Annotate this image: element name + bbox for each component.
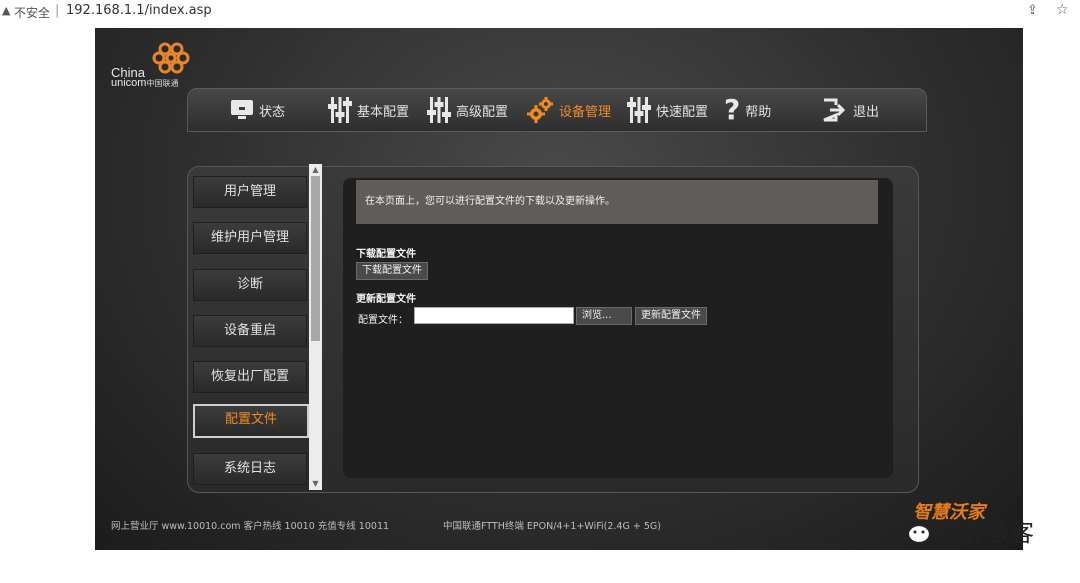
nav-advanced-config[interactable]: 高级配置 — [427, 89, 508, 131]
logo-text-unicom-en: unicom — [111, 77, 147, 89]
top-navigation: 状态 基本配置 高级配置 设备管理 快速配置 ? 帮助 退出 — [187, 88, 927, 132]
gears-icon — [527, 97, 553, 123]
address-separator: | — [55, 3, 60, 18]
sidebar-item-label: 诊断 — [236, 277, 263, 292]
sidebar-menu: 用户管理 维护用户管理 诊断 设备重启 恢复出厂配置 配置文件 系统日志 — [191, 170, 309, 488]
sidebar-item-label: 恢复出厂配置 — [210, 369, 289, 384]
watermark-text: 边界骇客 — [938, 518, 1034, 547]
scroll-up-icon[interactable]: ▲ — [309, 164, 322, 176]
sidebar-item-label: 系统日志 — [223, 461, 276, 476]
warning-icon: ▲ — [2, 4, 11, 17]
nav-basic-config-label: 基本配置 — [357, 104, 410, 120]
sidebar-scrollbar[interactable]: ▲ ▼ — [309, 164, 322, 490]
insecure-label[interactable]: 不安全 — [14, 4, 50, 21]
nav-help-label: 帮助 — [745, 104, 772, 120]
sidebar-item-maintenance-user[interactable]: 维护用户管理 — [193, 222, 307, 254]
scrollbar-thumb[interactable] — [311, 176, 320, 341]
sidebar-item-reboot[interactable]: 设备重启 — [193, 315, 307, 347]
config-file-label: 配置文件： — [358, 315, 408, 326]
sliders-icon — [328, 97, 352, 123]
wechat-icon — [892, 513, 932, 545]
monitor-icon — [231, 100, 253, 119]
nav-device-management-label: 设备管理 — [559, 104, 612, 120]
download-section-title: 下载配置文件 — [356, 249, 416, 260]
footer-device-info: 中国联通FTTH终端 EPON/4+1+WiFi(2.4G + 5G) — [443, 521, 661, 532]
nav-device-management[interactable]: 设备管理 — [526, 89, 611, 131]
update-section-title: 更新配置文件 — [356, 294, 416, 305]
page-description: 在本页面上，您可以进行配置文件的下载以及更新操作。 — [356, 180, 878, 224]
sidebar-item-diagnosis[interactable]: 诊断 — [193, 269, 307, 301]
nav-quick-config-label: 快速配置 — [656, 104, 709, 120]
sidebar-item-label: 用户管理 — [223, 184, 276, 199]
nav-status[interactable]: 状态 — [230, 89, 285, 131]
update-config-button[interactable]: 更新配置文件 — [635, 307, 707, 325]
sidebar-item-system-log[interactable]: 系统日志 — [193, 453, 307, 485]
download-config-button[interactable]: 下载配置文件 — [356, 262, 428, 280]
logout-icon — [823, 98, 846, 122]
logo-text-unicom: unicom中国联通 — [111, 78, 178, 89]
router-admin-page: China unicom中国联通 状态 基本配置 高级配置 设备管理 快速配置 … — [95, 28, 1023, 550]
browser-address-bar: ▲ 不安全 | 192.168.1.1/index.asp ⇪ ☆ — [0, 0, 1080, 24]
sliders-icon — [427, 97, 451, 123]
bookmark-star-icon[interactable]: ☆ — [1056, 2, 1069, 18]
browse-button[interactable]: 浏览... — [576, 307, 632, 325]
sidebar-item-label: 设备重启 — [223, 323, 276, 338]
sidebar-item-label: 配置文件 — [224, 412, 277, 427]
sidebar-item-config-file[interactable]: 配置文件 — [193, 404, 309, 438]
share-icon[interactable]: ⇪ — [1027, 3, 1038, 18]
config-file-input[interactable] — [414, 307, 574, 324]
sidebar-item-user-management[interactable]: 用户管理 — [193, 176, 307, 208]
content-area: 在本页面上，您可以进行配置文件的下载以及更新操作。 下载配置文件 下载配置文件 … — [343, 178, 893, 478]
nav-basic-config[interactable]: 基本配置 — [328, 89, 409, 131]
sidebar-item-label: 维护用户管理 — [210, 230, 289, 245]
nav-status-label: 状态 — [259, 104, 286, 120]
nav-logout-label: 退出 — [853, 104, 880, 120]
nav-advanced-config-label: 高级配置 — [456, 104, 509, 120]
sidebar-item-factory-reset[interactable]: 恢复出厂配置 — [193, 361, 307, 393]
scroll-down-icon[interactable]: ▼ — [309, 478, 322, 490]
wechat-watermark: 边界骇客 — [892, 510, 1052, 550]
nav-help[interactable]: ? 帮助 — [724, 89, 771, 131]
logo-text-unicom-cn: 中国联通 — [146, 79, 179, 88]
footer-contact: 网上营业厅 www.10010.com 客户热线 10010 充值专线 1001… — [111, 521, 390, 532]
nav-quick-config[interactable]: 快速配置 — [627, 89, 708, 131]
question-icon: ? — [724, 93, 741, 126]
url-text[interactable]: 192.168.1.1/index.asp — [66, 3, 212, 18]
sliders-icon — [627, 97, 651, 123]
unicom-knot-icon — [152, 42, 190, 74]
china-unicom-logo: China unicom中国联通 — [111, 40, 201, 90]
nav-logout[interactable]: 退出 — [822, 89, 879, 131]
